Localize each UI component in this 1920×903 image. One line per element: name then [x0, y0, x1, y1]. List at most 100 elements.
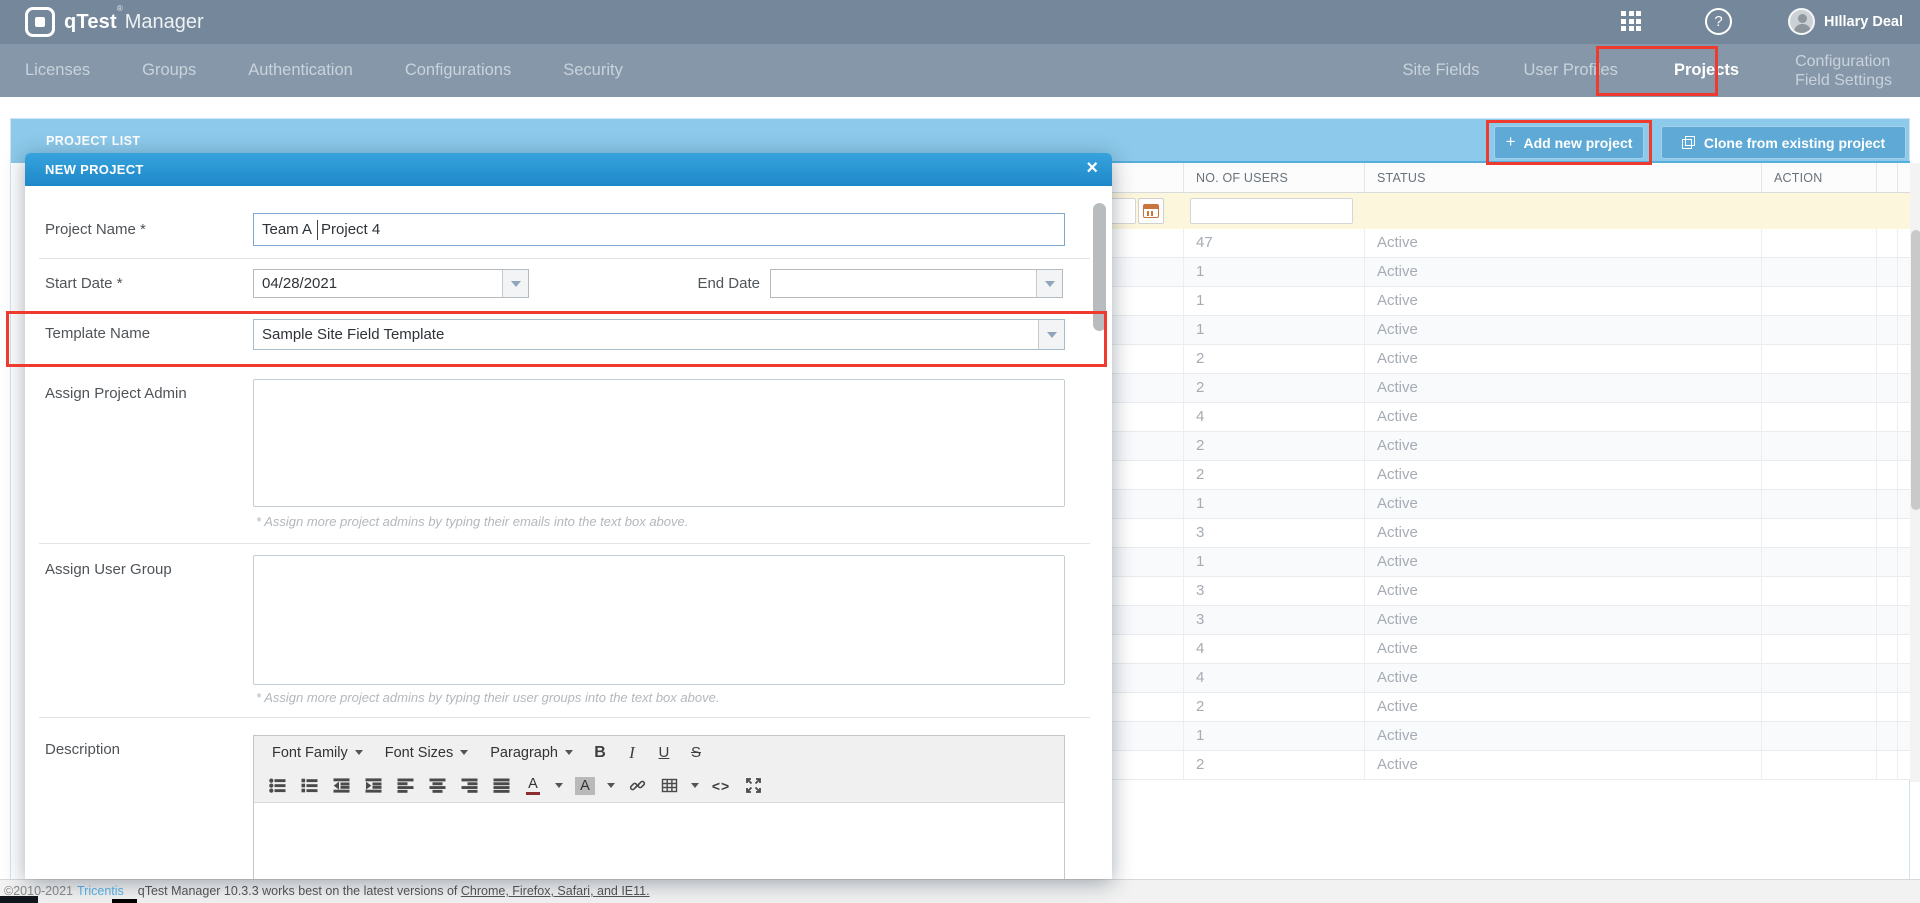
cell-no-of-users: 2 — [1184, 374, 1365, 402]
ordered-list-icon[interactable] — [296, 773, 322, 799]
indent-icon[interactable] — [360, 773, 386, 799]
highlight-color-caret[interactable] — [604, 773, 618, 799]
table-row[interactable]: 3Active — [1094, 577, 1910, 606]
cell-action — [1762, 635, 1877, 663]
table-row[interactable]: 1Active — [1094, 258, 1910, 287]
assign-project-admin-textarea[interactable] — [253, 379, 1065, 507]
tricentis-link[interactable]: Tricentis — [77, 884, 124, 898]
nav-item-licenses[interactable]: Licenses — [25, 61, 90, 80]
top-header-bar: qTest®Manager ? HIllary Deal — [0, 0, 1920, 44]
justify-icon[interactable] — [488, 773, 514, 799]
calendar-button[interactable] — [1138, 198, 1164, 224]
cell-status: Active — [1365, 519, 1762, 547]
bold-button[interactable]: B — [587, 740, 613, 766]
table-caret[interactable] — [688, 773, 702, 799]
table-row[interactable]: 4Active — [1094, 635, 1910, 664]
table-row[interactable]: 3Active — [1094, 606, 1910, 635]
text-color-caret[interactable] — [552, 773, 566, 799]
nav-item-site-fields[interactable]: Site Fields — [1402, 61, 1479, 80]
nav-item-projects[interactable]: Projects — [1662, 61, 1751, 80]
column-header-no-of-users[interactable]: NO. OF USERS — [1184, 163, 1365, 192]
nav-item-groups[interactable]: Groups — [142, 61, 196, 80]
chevron-down-icon[interactable] — [502, 270, 528, 297]
table-row[interactable]: 4Active — [1094, 664, 1910, 693]
chevron-down-icon[interactable] — [1038, 320, 1064, 349]
nav-item-user-profiles[interactable]: User Profiles — [1523, 61, 1617, 80]
cell-spacer — [1877, 287, 1898, 315]
table-row[interactable]: 1Active — [1094, 548, 1910, 577]
table-icon[interactable] — [656, 773, 682, 799]
column-header-spacer — [1877, 163, 1898, 192]
table-scrollbar[interactable] — [1910, 163, 1920, 782]
table-row[interactable]: 2Active — [1094, 374, 1910, 403]
table-row[interactable]: 2Active — [1094, 461, 1910, 490]
table-row[interactable]: 47Active — [1094, 229, 1910, 258]
cell-status: Active — [1365, 461, 1762, 489]
cell-no-of-users: 4 — [1184, 664, 1365, 692]
highlight-color-button[interactable]: A — [572, 773, 598, 799]
assign-project-admin-label: Assign Project Admin — [45, 385, 187, 402]
table-row[interactable]: 1Active — [1094, 287, 1910, 316]
template-name-label: Template Name — [45, 325, 150, 342]
fullscreen-icon[interactable] — [740, 773, 766, 799]
user-name[interactable]: HIllary Deal — [1824, 14, 1903, 30]
start-date-select[interactable]: 04/28/2021 — [253, 269, 529, 298]
template-name-select[interactable]: Sample Site Field Template — [253, 319, 1065, 350]
cell-no-of-users: 2 — [1184, 345, 1365, 373]
description-content-area[interactable] — [254, 803, 1064, 879]
chevron-down-icon[interactable] — [1036, 270, 1062, 297]
strikethrough-button[interactable]: S — [683, 740, 709, 766]
nav-item-configuration-field-settings[interactable]: ConfigurationField Settings — [1795, 52, 1892, 90]
no-of-users-filter-input[interactable] — [1190, 198, 1353, 224]
project-name-input[interactable]: Team AProject 4 — [253, 213, 1065, 246]
cell-action — [1762, 519, 1877, 547]
close-icon[interactable]: × — [1086, 157, 1098, 180]
table-row[interactable]: 2Active — [1094, 751, 1910, 780]
assign-user-group-hint: * Assign more project admins by typing t… — [256, 690, 719, 705]
underline-button[interactable]: U — [651, 740, 677, 766]
cell-no-of-users: 4 — [1184, 403, 1365, 431]
column-header-status[interactable]: STATUS — [1365, 163, 1762, 192]
table-row[interactable]: 2Active — [1094, 345, 1910, 374]
link-icon[interactable] — [624, 773, 650, 799]
nav-item-configurations[interactable]: Configurations — [405, 61, 511, 80]
end-date-select[interactable] — [770, 269, 1063, 298]
column-header-action[interactable]: ACTION — [1762, 163, 1877, 192]
assign-user-group-textarea[interactable] — [253, 555, 1065, 685]
code-icon[interactable]: <> — [708, 773, 734, 799]
unordered-list-icon[interactable] — [264, 773, 290, 799]
align-left-icon[interactable] — [392, 773, 418, 799]
table-row[interactable]: 1Active — [1094, 316, 1910, 345]
nav-item-authentication[interactable]: Authentication — [248, 61, 353, 80]
font-family-dropdown[interactable]: Font Family — [264, 742, 371, 764]
qtest-logo: qTest®Manager — [25, 7, 204, 37]
cell-no-of-users: 3 — [1184, 519, 1365, 547]
chevron-down-icon — [355, 750, 363, 755]
cell-no-of-users: 1 — [1184, 258, 1365, 286]
nav-item-security[interactable]: Security — [563, 61, 623, 80]
italic-button[interactable]: I — [619, 740, 645, 766]
outdent-icon[interactable] — [328, 773, 354, 799]
app-root: qTest®Manager ? HIllary Deal Licenses Gr… — [0, 0, 1920, 903]
cell-action — [1762, 490, 1877, 518]
clone-from-existing-project-button[interactable]: Clone from existing project — [1661, 126, 1906, 159]
align-right-icon[interactable] — [456, 773, 482, 799]
paragraph-dropdown[interactable]: Paragraph — [482, 742, 581, 764]
avatar[interactable] — [1788, 8, 1815, 35]
apps-grid-icon[interactable] — [1621, 11, 1643, 33]
align-center-icon[interactable] — [424, 773, 450, 799]
text-color-button[interactable]: A — [520, 773, 546, 799]
table-row[interactable]: 2Active — [1094, 693, 1910, 722]
clone-icon — [1682, 136, 1696, 150]
table-row[interactable]: 2Active — [1094, 432, 1910, 461]
modal-scrollbar-thumb[interactable] — [1093, 203, 1106, 331]
add-new-project-button[interactable]: + Add new project — [1494, 126, 1644, 159]
table-row[interactable]: 1Active — [1094, 722, 1910, 751]
font-sizes-dropdown[interactable]: Font Sizes — [377, 742, 477, 764]
table-row[interactable]: 4Active — [1094, 403, 1910, 432]
table-scrollbar-thumb[interactable] — [1911, 230, 1920, 510]
table-row[interactable]: 3Active — [1094, 519, 1910, 548]
nav-right-group: Site Fields User Profiles Projects Confi… — [1402, 52, 1892, 90]
table-row[interactable]: 1Active — [1094, 490, 1910, 519]
help-icon[interactable]: ? — [1705, 8, 1732, 35]
